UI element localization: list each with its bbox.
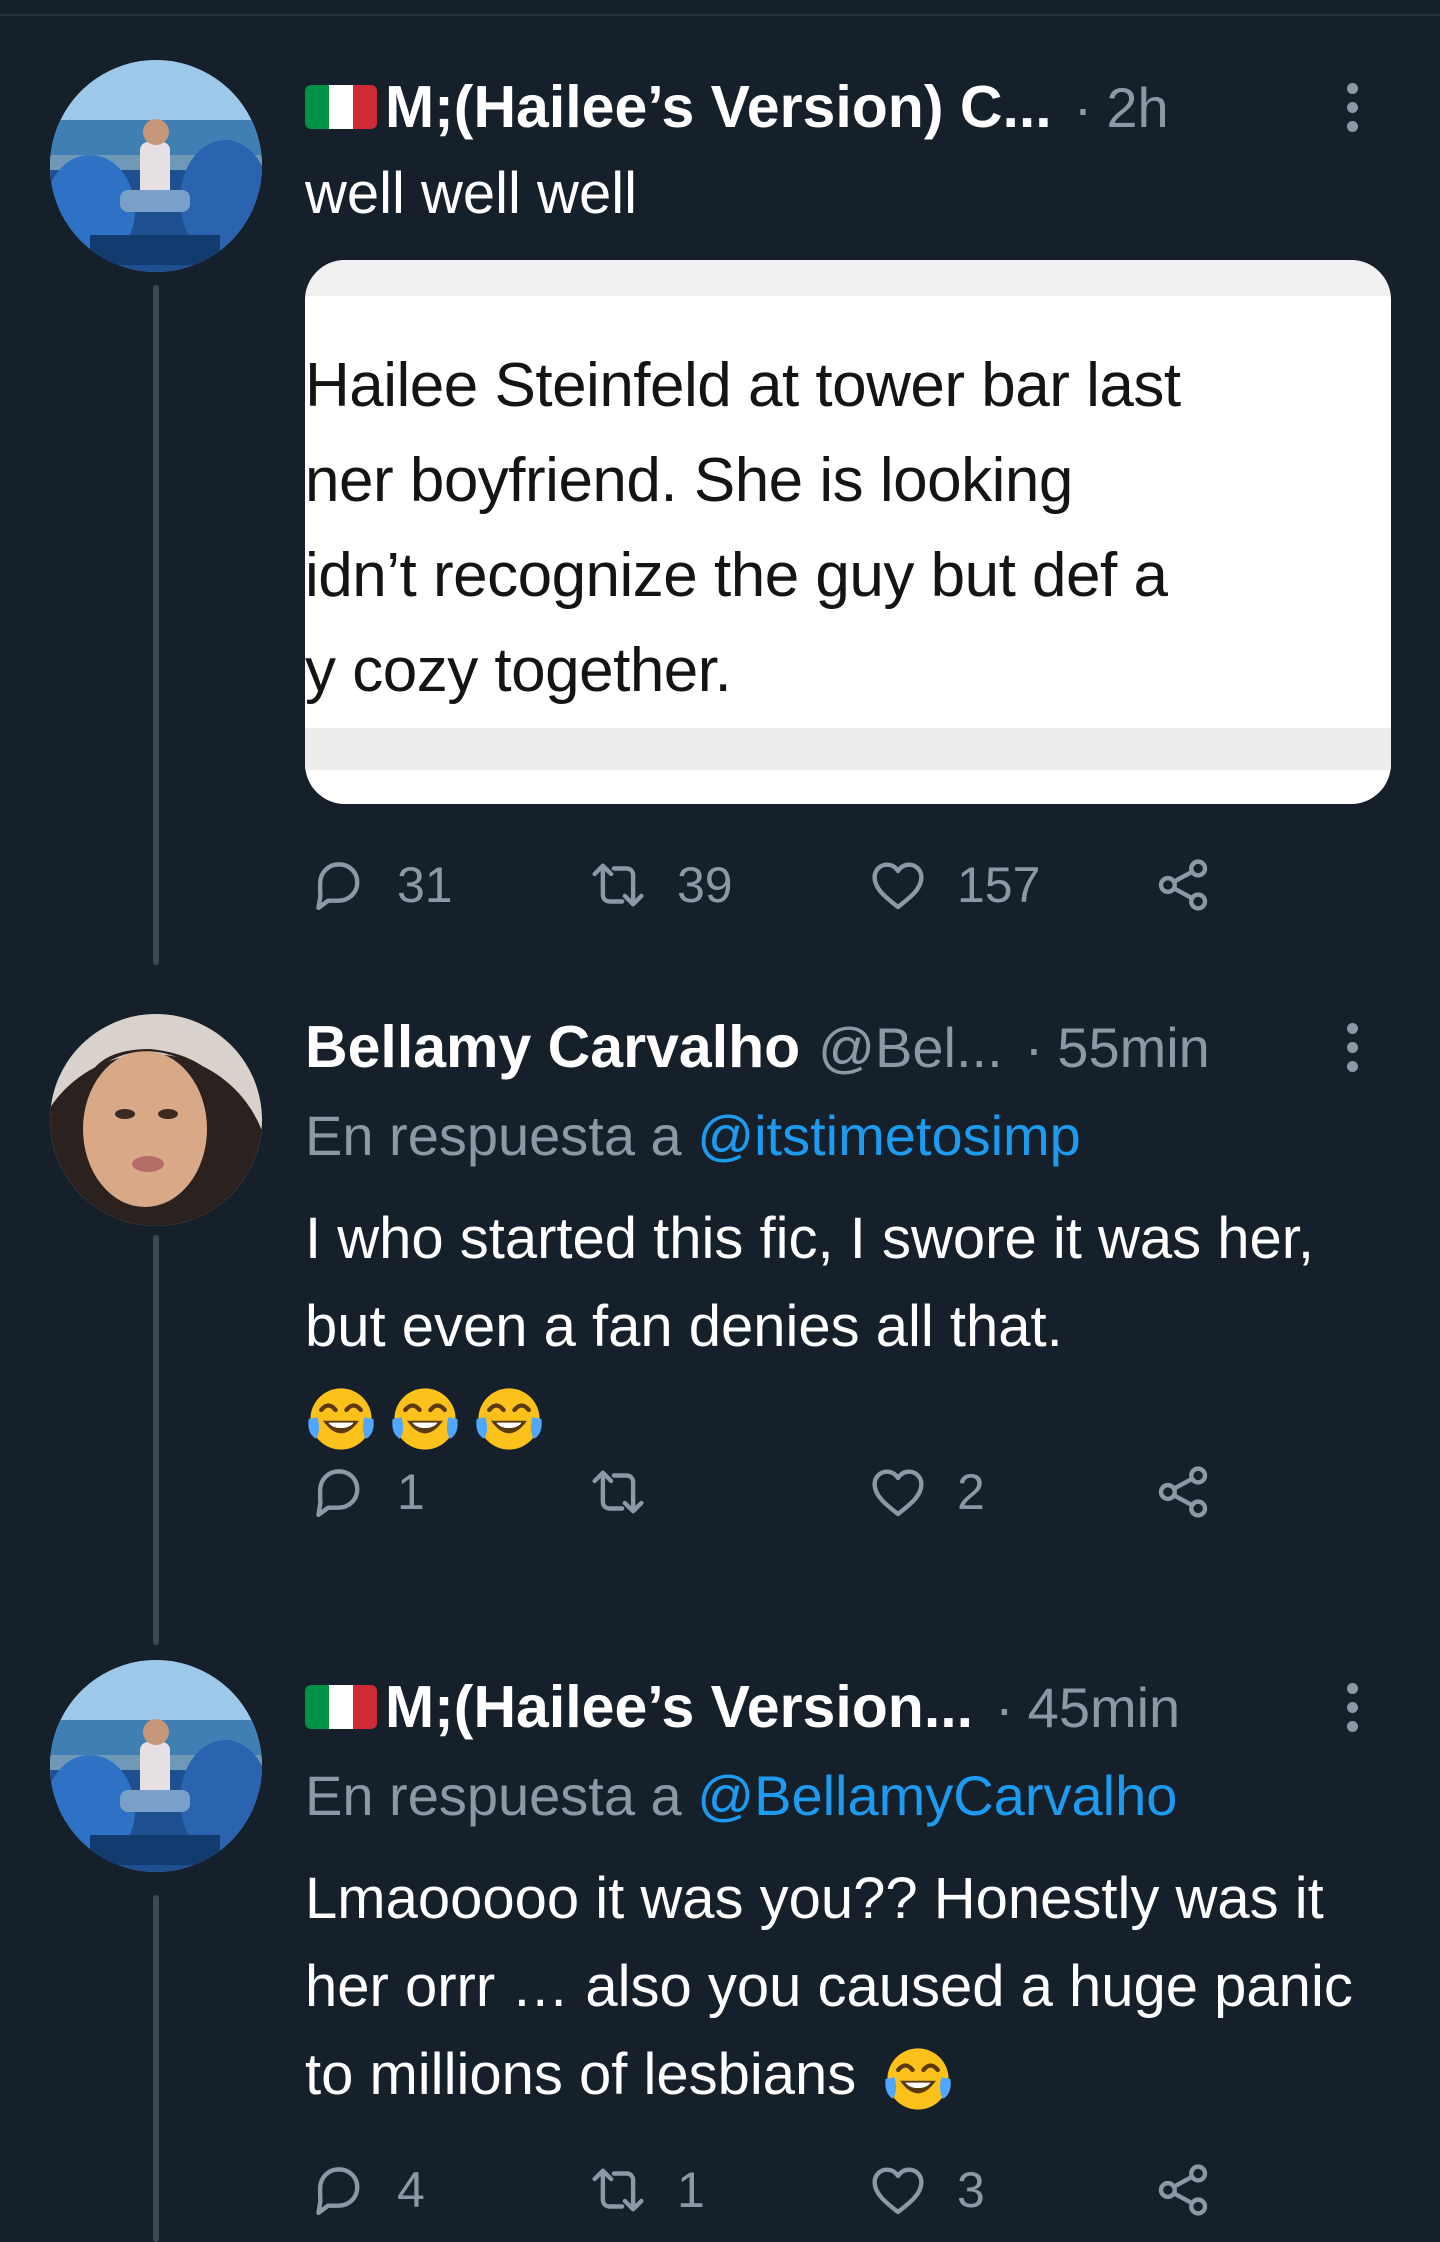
display-name[interactable]: Bellamy Carvalho: [305, 1013, 800, 1081]
tweet-text: Lmaooooo it was you?? Honestly was it he…: [305, 1866, 1353, 2107]
media-text-line: y cozy together.: [305, 636, 732, 705]
retweet-button[interactable]: 39: [585, 845, 733, 925]
user-handle[interactable]: @Bel...: [818, 1015, 1002, 1080]
like-button[interactable]: 3: [865, 2150, 985, 2230]
tweet[interactable]: Bellamy Carvalho @Bel... · 55min En resp…: [0, 960, 1440, 1620]
tweet-media-image[interactable]: Hailee Steinfeld at tower bar last ner b…: [305, 260, 1391, 804]
like-count: 157: [957, 857, 1041, 913]
retweet-button[interactable]: 1: [585, 2150, 705, 2230]
like-button[interactable]: 2: [865, 1452, 985, 1532]
retweet-count: 1: [677, 2162, 705, 2218]
mention-link[interactable]: @itstimetosimp: [697, 1104, 1081, 1167]
reply-icon: [305, 1459, 371, 1525]
separator-dot: ·: [1073, 75, 1093, 139]
like-count: 2: [957, 1464, 985, 1520]
retweet-icon: [585, 2157, 651, 2223]
like-icon: [865, 2157, 931, 2223]
avatar[interactable]: [50, 60, 262, 272]
reply-count: 4: [397, 2162, 425, 2218]
italy-flag-icon: [305, 1685, 377, 1729]
like-icon: [865, 852, 931, 918]
tweet[interactable]: M;(Hailee’s Version... · 45min En respue…: [0, 1620, 1440, 2242]
face-with-tears-of-joy-icon: [389, 1383, 461, 1455]
timestamp[interactable]: 2h: [1106, 75, 1168, 140]
retweet-icon: [585, 1459, 651, 1525]
separator-dot: ·: [995, 1675, 1014, 1739]
media-text-line: ner boyfriend. She is looking: [305, 446, 1073, 515]
like-count: 3: [957, 2162, 985, 2218]
reply-button[interactable]: 1: [305, 1452, 425, 1532]
more-icon[interactable]: [1332, 1667, 1372, 1747]
reply-button[interactable]: 31: [305, 845, 453, 925]
tweet-header: M;(Hailee’s Version) C... · 2h: [305, 67, 1380, 147]
reply-context: En respuesta a @BellamyCarvalho: [305, 1764, 1178, 1827]
avatar[interactable]: [50, 1660, 262, 1872]
retweet-count: 39: [677, 857, 733, 913]
tweet-actions: 31 39 157: [305, 845, 1305, 925]
tweet-actions: 1 2: [305, 1452, 1305, 1532]
retweet-icon: [585, 852, 651, 918]
tweet[interactable]: M;(Hailee’s Version) C... · 2h well well…: [0, 0, 1440, 960]
more-icon[interactable]: [1332, 1007, 1372, 1087]
share-icon: [1150, 1459, 1216, 1525]
tweet-text: I who started this fic, I swore it was h…: [305, 1206, 1314, 1359]
reply-icon: [305, 852, 371, 918]
like-button[interactable]: 157: [865, 845, 1040, 925]
timestamp[interactable]: 45min: [1028, 1675, 1181, 1740]
italy-flag-icon: [305, 85, 377, 129]
reply-button[interactable]: 4: [305, 2150, 425, 2230]
mention-link[interactable]: @BellamyCarvalho: [697, 1764, 1177, 1827]
retweet-button[interactable]: [585, 1452, 677, 1532]
share-icon: [1150, 852, 1216, 918]
separator-dot: ·: [1024, 1015, 1044, 1079]
face-with-tears-of-joy-icon: [305, 1383, 377, 1455]
timestamp[interactable]: 55min: [1057, 1015, 1210, 1080]
share-button[interactable]: [1150, 1452, 1242, 1532]
share-button[interactable]: [1150, 845, 1242, 925]
reply-count: 31: [397, 857, 453, 913]
share-button[interactable]: [1150, 2150, 1242, 2230]
tweet-text-block: I who started this fic, I swore it was h…: [305, 1195, 1385, 1459]
reply-context: En respuesta a @itstimetosimp: [305, 1104, 1081, 1167]
tweet-header: M;(Hailee’s Version... · 45min: [305, 1667, 1380, 1747]
display-name[interactable]: M;(Hailee’s Version) C...: [385, 73, 1052, 141]
face-with-tears-of-joy-icon: [882, 2043, 954, 2115]
media-text-line: idn’t recognize the guy but def a: [305, 541, 1168, 610]
tweet-actions: 4 1 3: [305, 2150, 1305, 2230]
tweet-text-block: Lmaooooo it was you?? Honestly was it he…: [305, 1855, 1385, 2119]
tweet-header: Bellamy Carvalho @Bel... · 55min: [305, 1007, 1380, 1087]
avatar[interactable]: [50, 1014, 262, 1226]
display-name[interactable]: M;(Hailee’s Version...: [385, 1673, 973, 1741]
reply-icon: [305, 2157, 371, 2223]
like-icon: [865, 1459, 931, 1525]
face-with-tears-of-joy-icon: [473, 1383, 545, 1455]
reply-count: 1: [397, 1464, 425, 1520]
more-icon[interactable]: [1332, 67, 1372, 147]
tweet-text: well well well: [305, 161, 637, 226]
share-icon: [1150, 2157, 1216, 2223]
media-text-line: Hailee Steinfeld at tower bar last: [305, 351, 1181, 420]
